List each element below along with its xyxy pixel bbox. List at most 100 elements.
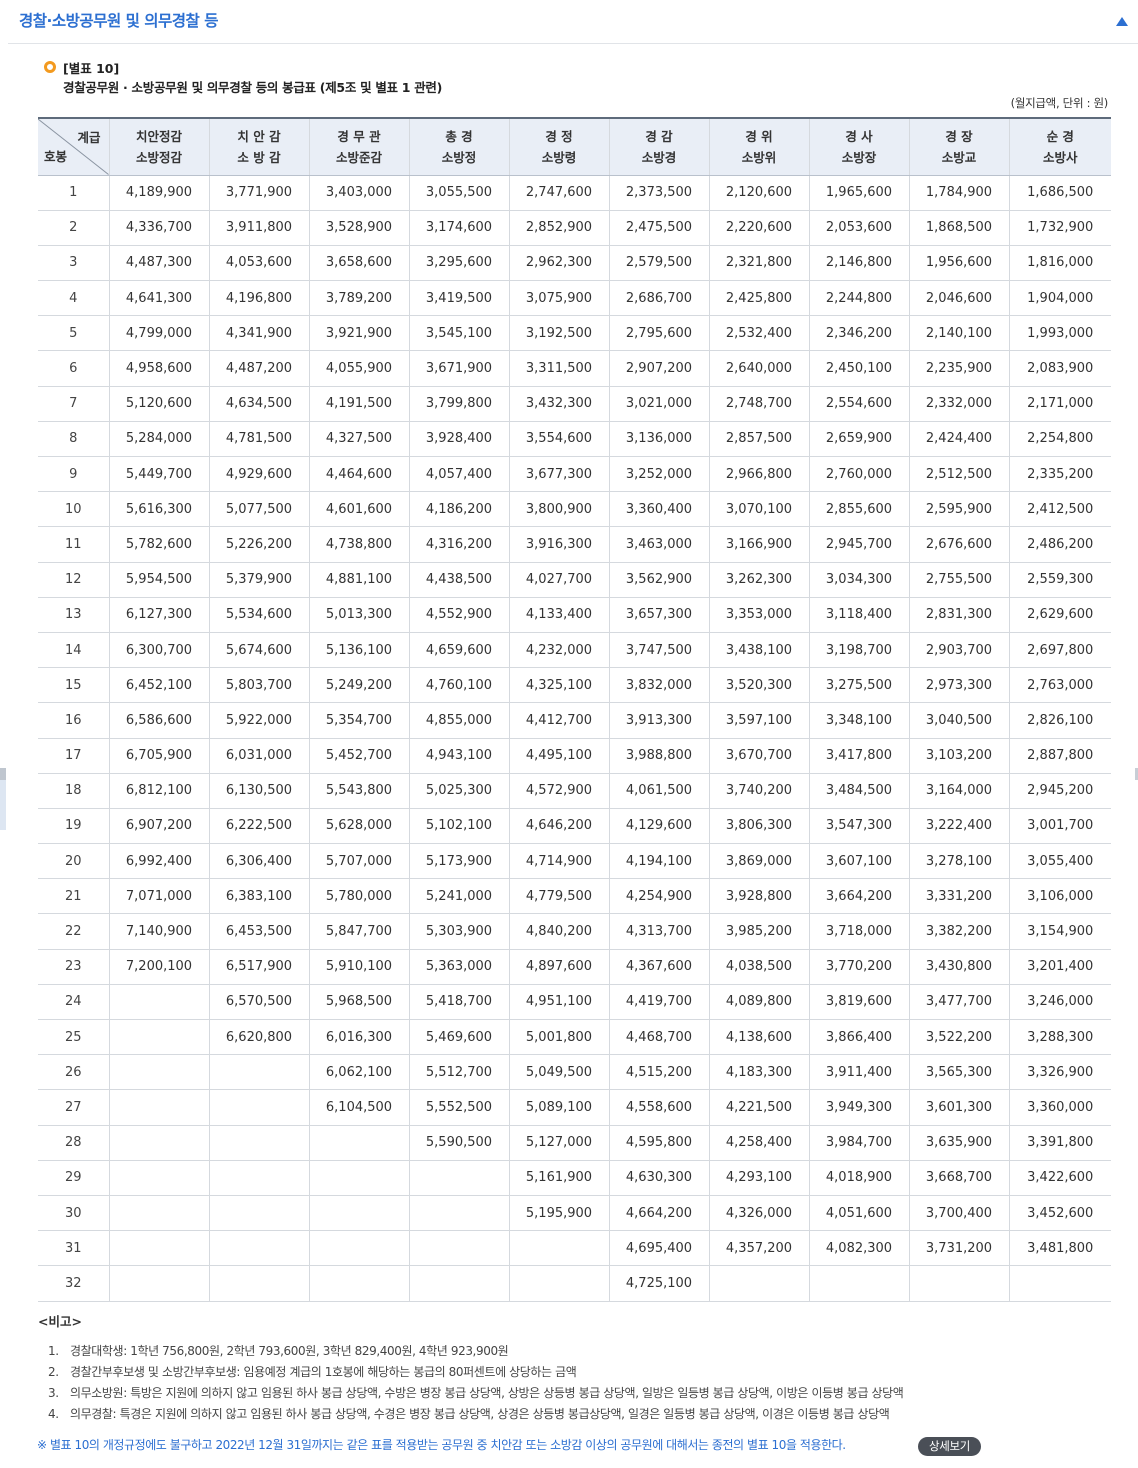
- salary-cell: [108, 1125, 209, 1161]
- section-title: 경찰·소방공무원 및 의무경찰 등: [19, 12, 218, 30]
- salary-cell: 3,522,200: [908, 1019, 1009, 1056]
- salary-cell: 4,738,800: [308, 526, 409, 563]
- salary-cell: 6,383,100: [208, 878, 309, 915]
- salary-cell: 2,424,400: [908, 421, 1009, 458]
- salary-cell: 3,262,300: [708, 562, 809, 598]
- salary-cell: 4,191,500: [308, 386, 409, 422]
- salary-cell: 2,945,200: [1008, 773, 1111, 809]
- salary-cell: 2,559,300: [1008, 562, 1111, 598]
- salary-table: 계급 호봉 치안정감 소방정감 치 안 감소 방 감 경 무 관 소방준감 총 경소…: [38, 117, 1111, 1302]
- salary-cell: 3,001,700: [1008, 808, 1111, 845]
- salary-cell: 3,528,900: [308, 210, 409, 246]
- salary-cell: 4,943,100: [408, 738, 509, 774]
- salary-cell: 2,046,600: [908, 280, 1009, 317]
- salary-cell: 3,771,900: [208, 175, 309, 211]
- salary-cell: 4,664,200: [608, 1195, 709, 1232]
- salary-cell: 5,674,600: [208, 632, 309, 669]
- salary-cell: 2,640,000: [708, 350, 809, 387]
- note-item: 4. 의무경찰: 특경은 지원에 의하지 않고 임용된 하사 봉급 상당액, 수경…: [48, 1405, 903, 1426]
- salary-cell: 3,677,300: [508, 456, 609, 493]
- salary-cell: 5,025,300: [408, 773, 509, 809]
- left-edge-tab: [0, 768, 6, 830]
- salary-cell: 4,133,400: [508, 597, 609, 633]
- salary-cell: 5,379,900: [208, 562, 309, 598]
- salary-cell: 4,601,600: [308, 491, 409, 528]
- salary-cell: 2,826,100: [1008, 702, 1111, 739]
- salary-cell: 4,487,200: [208, 350, 309, 387]
- column-header: 경 장 소방교: [908, 117, 1009, 176]
- salary-cell: [208, 1265, 309, 1302]
- step-cell: 31: [38, 1230, 109, 1267]
- salary-cell: 6,620,800: [208, 1019, 309, 1056]
- salary-cell: 5,226,200: [208, 526, 309, 563]
- salary-cell: 2,855,600: [808, 491, 909, 528]
- salary-cell: 2,962,300: [508, 245, 609, 282]
- salary-cell: [408, 1160, 509, 1196]
- salary-cell: 6,453,500: [208, 913, 309, 950]
- salary-cell: 4,897,600: [508, 949, 609, 985]
- salary-cell: 6,300,700: [108, 632, 209, 669]
- salary-cell: 6,517,900: [208, 949, 309, 985]
- salary-cell: 5,847,700: [308, 913, 409, 950]
- salary-cell: [908, 1265, 1009, 1302]
- salary-cell: 2,697,800: [1008, 632, 1111, 669]
- salary-cell: 4,695,400: [608, 1230, 709, 1267]
- salary-cell: 3,201,400: [1008, 949, 1111, 985]
- salary-cell: 3,034,300: [808, 562, 909, 598]
- salary-cell: 4,855,000: [408, 702, 509, 739]
- table-row: 32 4,725,100: [38, 1265, 1111, 1302]
- table-row: 10 5,616,300 5,077,500 4,601,600 4,186,200 3,…: [38, 491, 1111, 528]
- salary-cell: [308, 1160, 409, 1196]
- salary-cell: 2,532,400: [708, 315, 809, 352]
- salary-cell: 5,780,000: [308, 878, 409, 915]
- detail-view-button[interactable]: 상세보기: [918, 1437, 981, 1456]
- salary-cell: 5,803,700: [208, 667, 309, 704]
- salary-cell: 2,475,500: [608, 210, 709, 246]
- salary-cell: 3,360,000: [1008, 1089, 1111, 1126]
- salary-cell: 4,760,100: [408, 667, 509, 704]
- salary-cell: 3,252,000: [608, 456, 709, 493]
- salary-cell: 3,055,400: [1008, 843, 1111, 880]
- salary-cell: [508, 1230, 609, 1267]
- salary-cell: 6,306,400: [208, 843, 309, 880]
- table-row: 1 4,189,900 3,771,900 3,403,000 3,055,500 2,7…: [38, 175, 1111, 211]
- salary-cell: [108, 1195, 209, 1232]
- salary-cell: 3,916,300: [508, 526, 609, 563]
- salary-cell: 4,027,700: [508, 562, 609, 598]
- salary-cell: [408, 1265, 509, 1302]
- salary-cell: [208, 1125, 309, 1161]
- table-title: 경찰공무원 · 소방공무원 및 의무경찰 등의 봉급표 (제5조 및 별표 1 …: [63, 80, 443, 95]
- salary-cell: 2,332,000: [908, 386, 1009, 422]
- salary-cell: 4,055,900: [308, 350, 409, 387]
- salary-cell: [1008, 1265, 1111, 1302]
- table-row: 15 6,452,100 5,803,700 5,249,200 4,760,100 4,…: [38, 667, 1111, 704]
- salary-cell: 4,293,100: [708, 1160, 809, 1196]
- step-cell: 8: [38, 421, 109, 458]
- salary-cell: 1,868,500: [908, 210, 1009, 246]
- table-row: 31 4,695,400 4,357,200 4,082,300 3,731,200 3,…: [38, 1230, 1111, 1267]
- salary-cell: [108, 1265, 209, 1302]
- salary-cell: 3,481,800: [1008, 1230, 1111, 1267]
- step-cell: 9: [38, 456, 109, 493]
- rank-header-label: 계급: [77, 130, 101, 145]
- table-header-row: 계급 호봉 치안정감 소방정감 치 안 감소 방 감 경 무 관 소방준감 총 경소…: [38, 117, 1111, 176]
- salary-cell: 3,452,600: [1008, 1195, 1111, 1232]
- salary-cell: 6,586,600: [108, 702, 209, 739]
- salary-cell: 5,452,700: [308, 738, 409, 774]
- salary-cell: 4,781,500: [208, 421, 309, 458]
- salary-cell: 3,718,000: [808, 913, 909, 950]
- salary-cell: 3,438,100: [708, 632, 809, 669]
- salary-cell: 3,106,000: [1008, 878, 1111, 915]
- salary-cell: 3,554,600: [508, 421, 609, 458]
- salary-cell: [108, 1230, 209, 1267]
- salary-cell: 6,127,300: [108, 597, 209, 633]
- salary-cell: 2,903,700: [908, 632, 1009, 669]
- salary-cell: [308, 1230, 409, 1267]
- salary-cell: [108, 1089, 209, 1126]
- salary-cell: 1,686,500: [1008, 175, 1111, 211]
- unit-label: (월지급액, 단위 : 원): [1010, 96, 1109, 110]
- collapse-arrow-icon[interactable]: [1114, 14, 1130, 30]
- salary-cell: 6,031,000: [208, 738, 309, 774]
- salary-cell: 4,558,600: [608, 1089, 709, 1126]
- salary-cell: 3,601,300: [908, 1089, 1009, 1126]
